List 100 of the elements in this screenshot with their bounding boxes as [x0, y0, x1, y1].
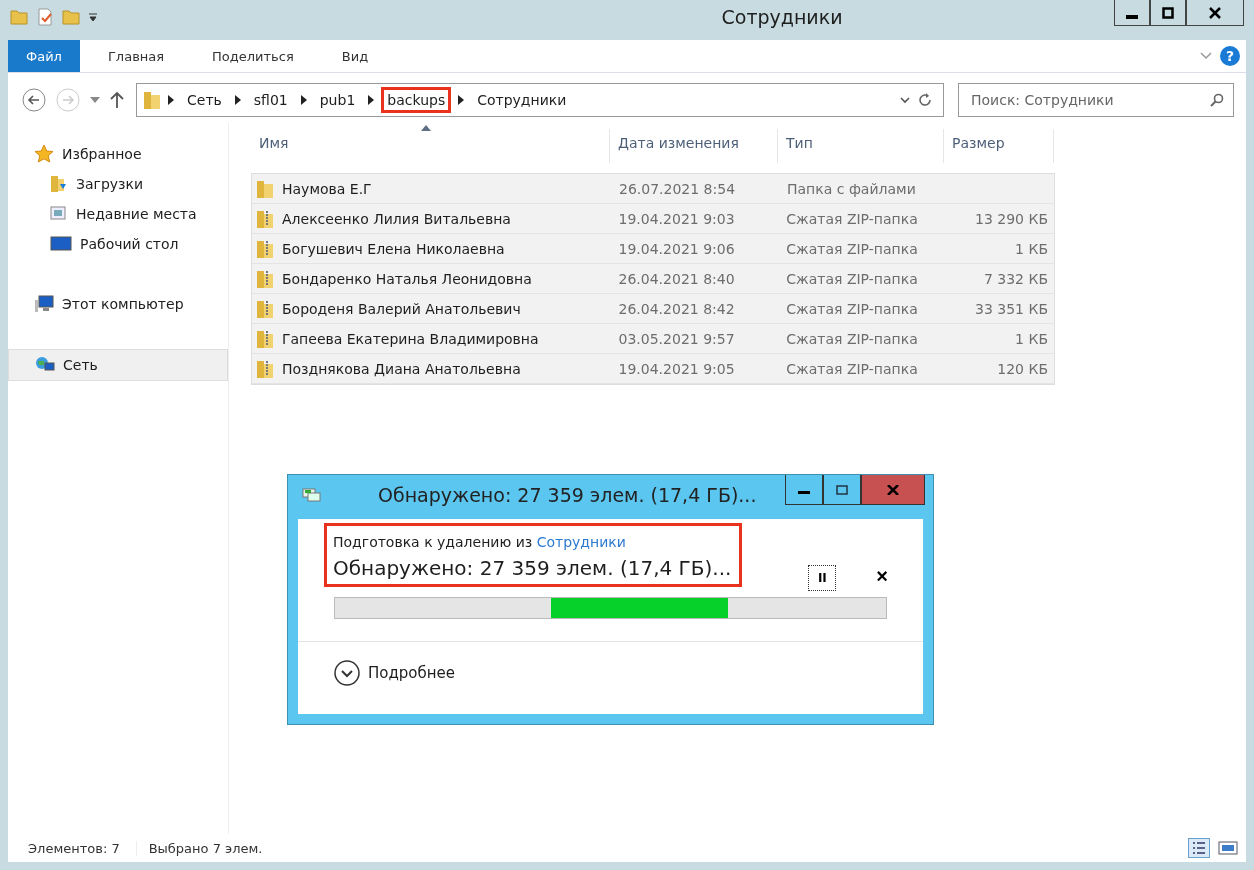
operation-text: Подготовка к удалению из	[333, 534, 533, 550]
search-icon	[1210, 93, 1224, 107]
preview-view-icon[interactable]	[1218, 840, 1238, 856]
date-cell-text: 03.05.2021 9:57	[617, 330, 736, 347]
up-arrow-icon[interactable]	[110, 91, 124, 109]
folder-download-icon	[50, 175, 68, 193]
date-cell-text: 26.07.2021 8:54	[618, 180, 737, 197]
file-name: Гапеева Екатерина Владимировна	[282, 330, 539, 347]
computer-icon	[34, 295, 54, 313]
discovered-text: Обнаружено: 27 359 элем. (17,4 ГБ)...	[333, 556, 732, 580]
type-cell-text: Сжатая ZIP-папка	[785, 270, 919, 287]
minimize-button[interactable]	[785, 475, 823, 505]
triangle-right-icon[interactable]	[368, 95, 375, 105]
copy-icon	[302, 487, 322, 503]
chevron-down-icon[interactable]	[900, 96, 910, 104]
sidebar-item[interactable]: Загрузки	[8, 169, 228, 199]
address-bar[interactable]: Сеть sfl01 pub1 backups Сотрудники	[136, 83, 944, 117]
details-view-icon[interactable]	[1188, 838, 1210, 858]
zip-folder-icon	[256, 268, 274, 289]
date-cell-text: 26.04.2021 8:42	[617, 300, 736, 317]
type-cell-text: Сжатая ZIP-папка	[785, 240, 919, 257]
cancel-button[interactable]: ×	[876, 565, 889, 588]
maximize-icon	[836, 484, 848, 495]
column-header[interactable]: Тип	[778, 129, 944, 163]
size-cell-text: 120 КБ	[996, 360, 1049, 377]
minimize-button[interactable]	[1114, 0, 1150, 26]
triangle-right-icon[interactable]	[458, 95, 465, 105]
ribbon-tab[interactable]: Главная	[87, 40, 185, 72]
zip-folder-icon	[256, 208, 274, 229]
size-cell-text: 33 351 КБ	[974, 300, 1049, 317]
breadcrumb-item[interactable]: Сотрудники	[471, 87, 573, 113]
triangle-right-icon[interactable]	[168, 95, 174, 105]
size-cell-text: 13 290 КБ	[974, 210, 1049, 227]
file-name: Бондаренко Наталья Леонидовна	[282, 270, 532, 287]
folder-icon	[256, 178, 274, 199]
size-cell-text: 7 332 КБ	[982, 270, 1049, 287]
maximize-button[interactable]	[823, 475, 861, 505]
pause-button[interactable]: II	[808, 565, 837, 591]
refresh-icon[interactable]	[917, 92, 933, 108]
selection-count: Выбрано 7 элем.	[135, 840, 263, 856]
breadcrumb-item[interactable]: pub1	[313, 87, 362, 113]
folder-icon	[143, 90, 161, 110]
breadcrumb-item[interactable]: Сеть	[181, 87, 228, 113]
file-row[interactable]: Бондаренко Наталья Леонидовна 26.04.2021 8:40 Сжатая ZIP-папка 7 332 КБ	[252, 264, 1054, 294]
zip-folder-icon	[256, 358, 274, 379]
item-count: Элементов: 7	[28, 840, 120, 856]
size-cell-text: 1 КБ	[1014, 240, 1049, 257]
file-name: Позднякова Диана Анатольевна	[282, 360, 521, 377]
minimize-icon	[1126, 14, 1138, 19]
zip-folder-icon	[256, 298, 274, 319]
close-icon	[1209, 6, 1221, 19]
maximize-icon	[1162, 6, 1174, 19]
zip-folder-icon	[256, 328, 274, 349]
breadcrumb-item[interactable]: backups	[381, 87, 452, 113]
date-cell-text: 19.04.2021 9:05	[617, 360, 736, 377]
back-icon[interactable]	[22, 88, 46, 112]
sidebar-item[interactable]: Сеть	[8, 349, 228, 381]
sidebar-item[interactable]: Избранное	[8, 139, 228, 169]
date-cell-text: 19.04.2021 9:06	[617, 240, 736, 257]
column-header[interactable]: Размер	[944, 129, 1054, 163]
column-header[interactable]: Имя	[251, 129, 610, 163]
network-icon	[35, 356, 55, 374]
file-name: Наумова Е.Г	[282, 180, 372, 197]
type-cell-text: Папка с файлами	[786, 180, 917, 197]
dropdown-icon[interactable]	[88, 12, 98, 22]
window-title: Сотрудники	[720, 5, 844, 28]
file-row[interactable]: Наумова Е.Г 26.07.2021 8:54 Папка с файлами	[252, 174, 1054, 204]
document-check-icon[interactable]	[36, 8, 54, 26]
expand-icon[interactable]	[334, 660, 360, 686]
ribbon-tab[interactable]: Файл	[8, 40, 80, 72]
more-details-link[interactable]: Подробнее	[368, 664, 456, 682]
file-name: Алексеенко Лилия Витальевна	[282, 210, 511, 227]
file-name: Бороденя Валерий Анатольевич	[282, 300, 521, 317]
file-row[interactable]: Позднякова Диана Анатольевна 19.04.2021 9:05 Сжатая ZIP-папка 120 КБ	[252, 354, 1054, 384]
triangle-right-icon[interactable]	[300, 95, 307, 105]
minimize-icon	[798, 491, 810, 494]
close-icon	[887, 484, 899, 495]
maximize-button[interactable]	[1150, 0, 1186, 26]
sidebar-item[interactable]: Рабочий стол	[8, 229, 228, 259]
file-row[interactable]: Алексеенко Лилия Витальевна 19.04.2021 9:03 Сжатая ZIP-папка 13 290 КБ	[252, 204, 1054, 234]
close-button[interactable]	[1186, 0, 1244, 26]
ribbon-tab[interactable]: Вид	[321, 40, 389, 72]
triangle-right-icon[interactable]	[234, 95, 241, 105]
help-button[interactable]: ?	[1220, 46, 1240, 66]
file-row[interactable]: Богушевич Елена Николаевна 19.04.2021 9:06 Сжатая ZIP-папка 1 КБ	[252, 234, 1054, 264]
type-cell-text: Сжатая ZIP-папка	[785, 360, 919, 377]
recent-places-icon	[50, 205, 68, 223]
column-header[interactable]: Дата изменения	[610, 129, 778, 163]
sidebar-item[interactable]: Недавние места	[8, 199, 228, 229]
ribbon-tab[interactable]: Поделиться	[192, 40, 314, 72]
date-cell-text: 26.04.2021 8:40	[617, 270, 736, 287]
dialog-title: Обнаружено: 27 359 элем. (17,4 ГБ)...	[378, 484, 758, 506]
file-row[interactable]: Бороденя Валерий Анатольевич 26.04.2021 8:42 Сжатая ZIP-папка 33 351 КБ	[252, 294, 1054, 324]
sort-ascending-icon	[421, 125, 431, 131]
folder-link[interactable]: Сотрудники	[536, 534, 626, 550]
sidebar-item[interactable]: Этот компьютер	[8, 289, 228, 319]
search-field[interactable]: Поиск: Сотрудники	[958, 83, 1234, 117]
type-cell-text: Сжатая ZIP-папка	[785, 330, 919, 347]
breadcrumb-item[interactable]: sfl01	[247, 87, 294, 113]
file-row[interactable]: Гапеева Екатерина Владимировна 03.05.2021 9:57 Сжатая ZIP-папка 1 КБ	[252, 324, 1054, 354]
